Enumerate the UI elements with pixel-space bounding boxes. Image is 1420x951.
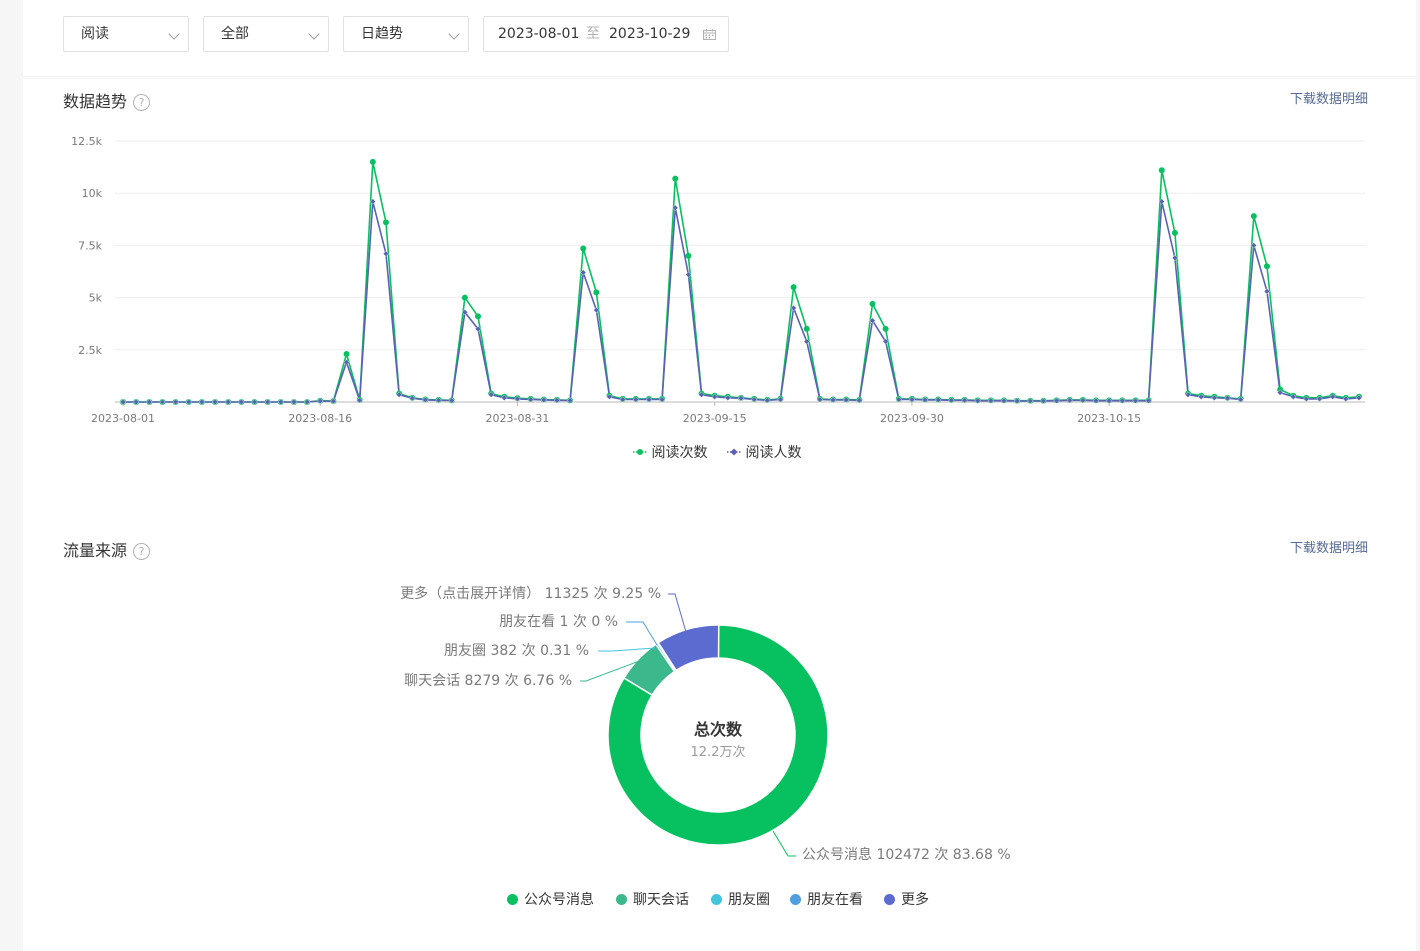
slice-label-chat: 聊天会话 8279 次 6.76 % bbox=[404, 673, 572, 689]
source-legend-more[interactable]: 更多 bbox=[884, 889, 929, 909]
source-legend-official[interactable]: 公众号消息 bbox=[507, 889, 594, 909]
leader-line-official bbox=[772, 830, 796, 857]
slice-label-official: 公众号消息 102472 次 83.68 % bbox=[802, 846, 1011, 863]
source-legend-label: 朋友在看 bbox=[807, 892, 863, 908]
legend-dot-icon bbox=[884, 894, 895, 905]
source-legend-moments-watch[interactable]: 朋友在看 bbox=[790, 889, 863, 909]
slice-label-more[interactable]: 更多（点击展开详情） 11325 次 9.25 % bbox=[400, 585, 661, 602]
source-legend-chat[interactable]: 聊天会话 bbox=[616, 889, 689, 909]
leader-line-moments-watch bbox=[626, 621, 658, 646]
legend-dot-icon bbox=[616, 894, 627, 905]
legend-dot-icon bbox=[711, 894, 722, 905]
source-legend-label: 聊天会话 bbox=[633, 892, 689, 908]
donut-center-title: 总次数 bbox=[694, 720, 743, 739]
slice-label-moments: 朋友圈 382 次 0.31 % bbox=[444, 643, 589, 659]
legend-dot-icon bbox=[507, 894, 518, 905]
source-legend-label: 更多 bbox=[901, 892, 929, 908]
source-legend-label: 朋友圈 bbox=[728, 892, 770, 908]
donut-center-value: 12.2万次 bbox=[691, 744, 746, 760]
slice-label-moments-watch: 朋友在看 1 次 0 % bbox=[499, 614, 618, 630]
source-donut-chart: 总次数 12.2万次 更多（点击展开详情） 11325 次 9.25 % 朋友在… bbox=[400, 585, 1011, 863]
legend-dot-icon bbox=[790, 894, 801, 905]
leader-line-more bbox=[668, 593, 687, 633]
source-legend-moments[interactable]: 朋友圈 bbox=[711, 889, 770, 909]
source-legend-label: 公众号消息 bbox=[524, 892, 594, 908]
